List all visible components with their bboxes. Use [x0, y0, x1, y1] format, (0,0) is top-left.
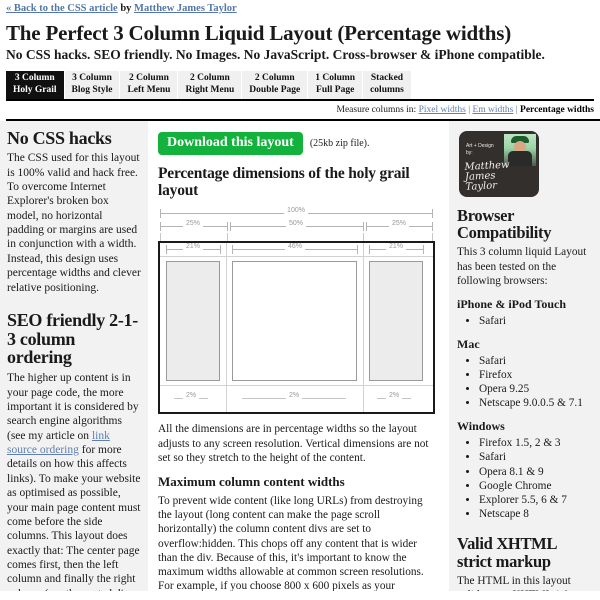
diagram-label-gap-left-2: 2% — [182, 392, 200, 400]
browser-group-list-0: Safari — [457, 314, 592, 328]
diagram-label-left-25: 25% — [182, 220, 204, 228]
measure-units-bar: Measure columns in: Pixel widths | Em wi… — [6, 101, 600, 121]
back-to-article-link[interactable]: « Back to the CSS article — [6, 3, 118, 14]
tab-4[interactable]: 2 Column Double Page — [242, 71, 309, 99]
diagram-label-center-46: 46% — [284, 243, 306, 251]
author-card-line2: by: — [466, 150, 473, 157]
center-subheading-max-widths: Maximum column content widths — [158, 473, 345, 489]
right-column: Art + Design by: Matthew James Taylor Bro… — [449, 120, 600, 591]
download-row: Download this layout (25kb zip file). — [158, 131, 437, 155]
diagram-left-column-box — [166, 261, 220, 382]
browser-group-list-2: Firefox 1.5, 2 & 3SafariOpera 8.1 & 9Goo… — [457, 436, 592, 521]
tab-0[interactable]: 3 Column Holy Grail — [6, 71, 65, 99]
list-item: Firefox 1.5, 2 & 3 — [479, 436, 592, 450]
diagram-inner-row: 21% 46% 21% — [160, 243, 433, 258]
diagram-label-100: 100% — [284, 207, 308, 215]
list-item: Firefox — [479, 368, 592, 382]
page-title: The Perfect 3 Column Liquid Layout (Perc… — [6, 21, 512, 45]
right-paragraph-browser-intro: This 3 column liquid Layout has been tes… — [457, 246, 587, 287]
left-column: No CSS hacks The CSS used for this layou… — [0, 120, 148, 591]
diagram-label-gap-right-2: 2% — [385, 392, 403, 400]
author-card[interactable]: Art + Design by: Matthew James Taylor — [459, 130, 539, 197]
seo-text-post: for more details on how this affects lin… — [7, 444, 141, 591]
center-heading-percentage-dimensions: Percentage dimensions of the holy grail … — [158, 164, 410, 199]
measure-separator-2: | — [515, 104, 518, 115]
list-item: Google Chrome — [479, 479, 592, 493]
browser-group-heading-1: Mac — [457, 336, 480, 351]
measure-pixel-widths-link[interactable]: Pixel widths — [419, 105, 466, 115]
diagram-gaps-row: 2% 2% 2% — [160, 385, 433, 413]
diagram-outer-row: 25% 50% 25% — [158, 220, 435, 233]
breadcrumb: « Back to the CSS article by Matthew Jam… — [0, 0, 600, 14]
list-item: Safari — [479, 450, 592, 464]
diagram-label-right-25: 25% — [388, 220, 410, 228]
percentage-dimensions-diagram: 100% 25% 50% 25% 21% 46% 21% 2% 2% 2% — [158, 207, 435, 415]
left-heading-seo-friendly: SEO friendly 2-1-3 column ordering — [7, 309, 138, 368]
diagram-label-gap-center-2: 2% — [285, 392, 303, 400]
measure-separator-1: | — [468, 104, 471, 115]
list-item: Safari — [479, 354, 592, 368]
diagram-total-row: 100% — [158, 207, 435, 220]
diagram-label-center-50: 50% — [285, 220, 307, 228]
tab-6[interactable]: Stacked columns — [363, 71, 412, 99]
list-item: Explorer 5.5, 6 & 7 — [479, 493, 592, 507]
layout-tabs: 3 Column Holy Grail 3 Column Blog Style 2 … — [6, 71, 594, 101]
list-item: Opera 9.25 — [479, 382, 592, 396]
page-subtitle: No CSS hacks. SEO friendly. No Images. N… — [6, 47, 545, 63]
center-column: Download this layout (25kb zip file). Pe… — [152, 120, 443, 591]
left-paragraph-seo-friendly: The higher up content is in your page co… — [7, 371, 141, 590]
right-heading-browser-compatibility: Browser Compatibility — [457, 205, 552, 242]
author-card-credit: Art + Design by: — [466, 143, 494, 158]
tab-1[interactable]: 3 Column Blog Style — [64, 71, 121, 99]
browser-group-list-1: SafariFirefoxOpera 9.25Netscape 9.0.0.5 … — [457, 354, 592, 410]
author-signature: Matthew James Taylor — [464, 159, 510, 193]
right-paragraph-xhtml: The HTML in this layout validates as XHT… — [457, 574, 571, 591]
diagram-right-column-box — [369, 261, 423, 382]
tab-2[interactable]: 2 Column Left Menu — [120, 71, 179, 99]
list-item: Netscape 9.0.0.5 & 7.1 — [479, 396, 592, 410]
measure-label: Measure columns in: — [336, 104, 417, 115]
browser-group-heading-0: iPhone & iPod Touch — [457, 296, 567, 311]
diagram-label-right-21: 21% — [385, 243, 407, 251]
diagram-label-left-21: 21% — [182, 243, 204, 251]
measure-percentage-widths-current: Percentage widths — [520, 104, 594, 115]
byline-text: by — [117, 3, 135, 14]
download-size-note: (25kb zip file). — [309, 137, 370, 149]
measure-em-widths-link[interactable]: Em widths — [472, 105, 513, 115]
diagram-center-column-box — [232, 261, 357, 382]
author-link[interactable]: Matthew James Taylor — [134, 3, 237, 14]
list-item: Opera 8.1 & 9 — [479, 465, 592, 479]
author-card-line1: Art + Design — [466, 142, 494, 149]
list-item: Netscape 8 — [479, 507, 592, 521]
three-column-layout: No CSS hacks The CSS used for this layou… — [0, 120, 600, 591]
center-paragraph-max-widths: To prevent wide content (like long URLs)… — [158, 494, 424, 591]
tab-3[interactable]: 2 Column Right Menu — [178, 71, 243, 99]
browser-groups: iPhone & iPod TouchSafariMacSafariFirefo… — [457, 297, 592, 521]
seo-text-pre: The higher up content is in your page co… — [7, 372, 139, 442]
right-heading-valid-xhtml: Valid XHTML strict markup — [457, 534, 557, 571]
download-this-layout-button[interactable]: Download this layout — [158, 131, 303, 155]
diagram-outer-box: 21% 46% 21% 2% 2% 2% — [158, 241, 435, 415]
center-paragraph-dimensions: All the dimensions are in percentage wid… — [158, 423, 429, 464]
left-heading-no-css-hacks: No CSS hacks — [7, 127, 112, 148]
tab-5[interactable]: 1 Column Full Page — [308, 71, 364, 99]
list-item: Safari — [479, 314, 592, 328]
diagram-columns-row — [160, 257, 433, 386]
browser-group-heading-2: Windows — [457, 419, 505, 434]
left-paragraph-no-css-hacks: The CSS used for this layout is 100% val… — [7, 152, 141, 294]
